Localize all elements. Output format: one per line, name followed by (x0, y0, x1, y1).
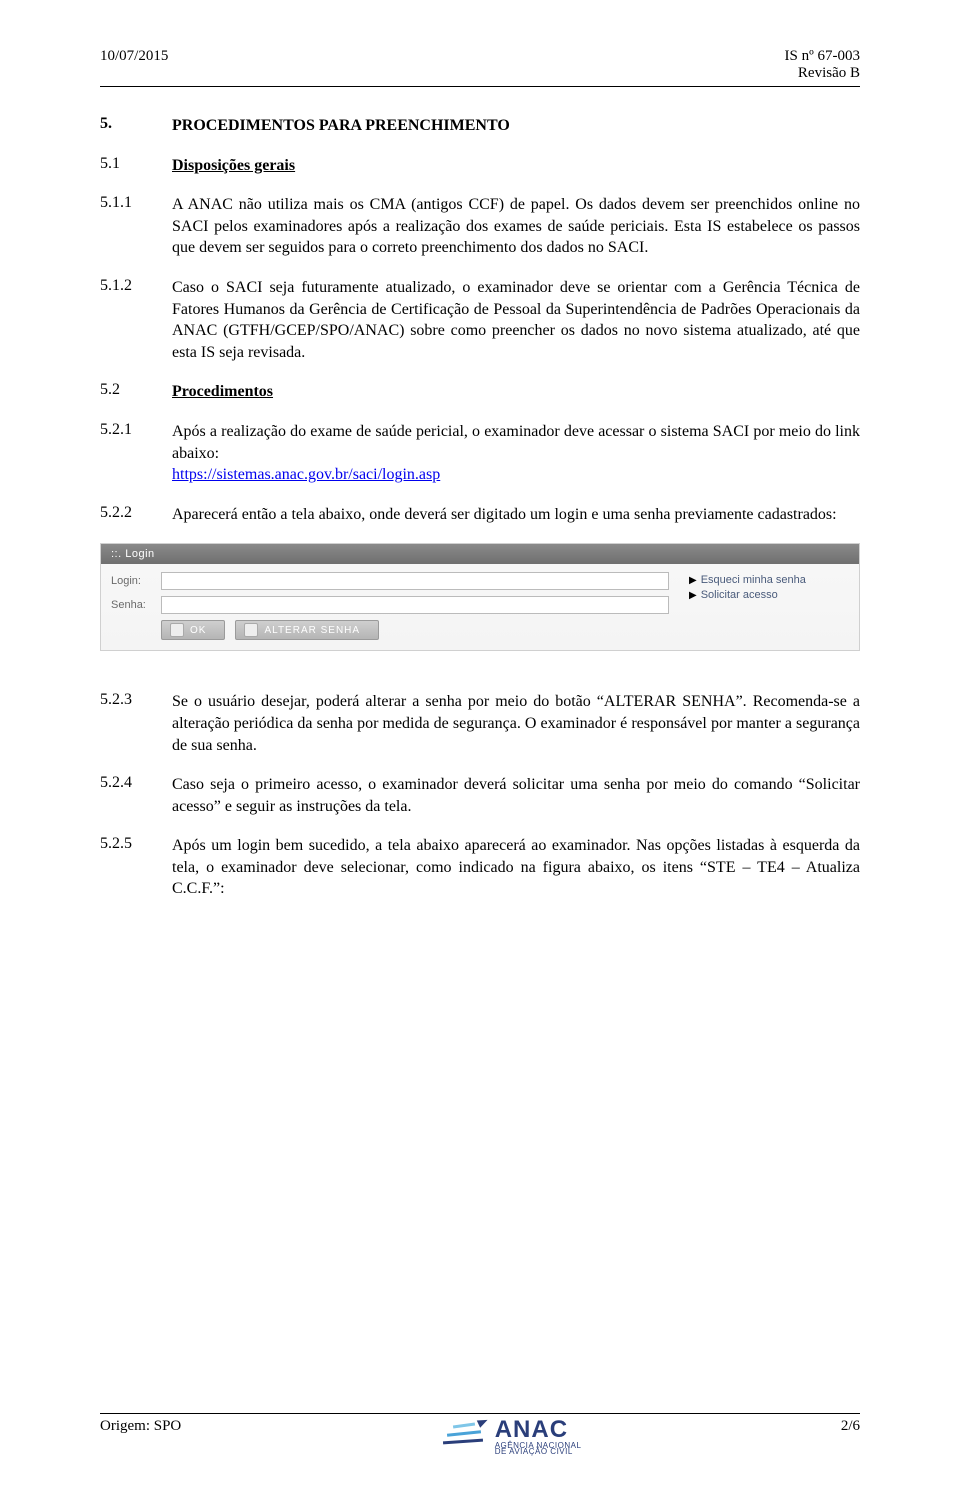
section-5-2: 5.2 Procedimentos (100, 381, 860, 403)
section-5-2-5: 5.2.5 Após um login bem sucedido, a tela… (100, 835, 860, 900)
section-number: 5.2 (100, 381, 172, 399)
forgot-password-link[interactable]: ▶ Esqueci minha senha (689, 574, 849, 586)
login-side-links: ▶ Esqueci minha senha ▶ Solicitar acesso (689, 572, 849, 640)
request-access-link[interactable]: ▶ Solicitar acesso (689, 589, 849, 601)
section-number: 5. (100, 115, 172, 133)
alterar-icon (244, 623, 258, 637)
footer-row: Origem: SPO ANAC AGÊNCIA NACIONAL DE AVI… (100, 1418, 860, 1456)
footer-origin: Origem: SPO (100, 1418, 181, 1435)
senha-input[interactable] (161, 596, 669, 614)
section-body: Após um login bem sucedido, a tela abaix… (172, 835, 860, 900)
body-text: Após a realização do exame de saúde peri… (172, 423, 860, 462)
login-buttons: OK Alterar Senha (161, 620, 669, 640)
section-number: 5.1.2 (100, 277, 172, 295)
arrow-icon: ▶ (689, 575, 697, 586)
section-number: 5.2.5 (100, 835, 172, 853)
login-fields: Login: Senha: OK Alterar Senha (111, 572, 669, 640)
alterar-button-label: Alterar Senha (264, 625, 360, 636)
section-5-2-2: 5.2.2 Aparecerá então a tela abaixo, ond… (100, 504, 860, 526)
section-5-1: 5.1 Disposições gerais (100, 155, 860, 177)
header-doc-id: IS nº 67-003 (785, 48, 860, 65)
subsection-title: Procedimentos (172, 381, 860, 403)
logo-name: ANAC (495, 1416, 582, 1444)
section-5-2-3: 5.2.3 Se o usuário desejar, poderá alter… (100, 691, 860, 756)
section-body: Caso seja o primeiro acesso, o examinado… (172, 774, 860, 817)
header-revision: Revisão B (785, 65, 860, 82)
forgot-password-label: Esqueci minha senha (701, 574, 806, 586)
logo-sub2: DE AVIAÇÃO CIVIL (495, 1448, 582, 1456)
subsection-title: Disposições gerais (172, 155, 860, 177)
header-divider (100, 86, 860, 87)
section-5: 5. PROCEDIMENTOS PARA PREENCHIMENTO (100, 115, 860, 137)
login-label: Login: (111, 575, 161, 587)
alterar-senha-button[interactable]: Alterar Senha (235, 620, 379, 640)
senha-label: Senha: (111, 599, 161, 611)
login-input[interactable] (161, 572, 669, 590)
section-number: 5.1.1 (100, 194, 172, 212)
senha-row: Senha: (111, 596, 669, 614)
section-body: Se o usuário desejar, poderá alterar a s… (172, 691, 860, 756)
login-panel: ::. Login Login: Senha: OK Alterar Senha (100, 543, 860, 651)
section-body: Aparecerá então a tela abaixo, onde deve… (172, 504, 860, 526)
section-5-2-1: 5.2.1 Após a realização do exame de saúd… (100, 421, 860, 486)
ok-button[interactable]: OK (161, 620, 225, 640)
section-title: PROCEDIMENTOS PARA PREENCHIMENTO (172, 115, 860, 137)
section-number: 5.2.3 (100, 691, 172, 709)
section-body: Após a realização do exame de saúde peri… (172, 421, 860, 486)
anac-logo-text: ANAC AGÊNCIA NACIONAL DE AVIAÇÃO CIVIL (495, 1416, 582, 1456)
anac-logo-icon (441, 1422, 485, 1450)
arrow-icon: ▶ (689, 590, 697, 601)
section-5-2-4: 5.2.4 Caso seja o primeiro acesso, o exa… (100, 774, 860, 817)
section-number: 5.1 (100, 155, 172, 173)
login-row: Login: (111, 572, 669, 590)
section-number: 5.2.2 (100, 504, 172, 522)
login-panel-body: Login: Senha: OK Alterar Senha ▶ (101, 564, 859, 650)
login-panel-title: ::. Login (101, 544, 859, 564)
saci-login-link[interactable]: https://sistemas.anac.gov.br/saci/login.… (172, 466, 440, 483)
section-number: 5.2.1 (100, 421, 172, 439)
footer-divider (100, 1413, 860, 1414)
request-access-label: Solicitar acesso (701, 589, 778, 601)
page-header: 10/07/2015 IS nº 67-003 Revisão B (100, 48, 860, 82)
ok-icon (170, 623, 184, 637)
section-5-1-1: 5.1.1 A ANAC não utiliza mais os CMA (an… (100, 194, 860, 259)
section-number: 5.2.4 (100, 774, 172, 792)
header-date: 10/07/2015 (100, 48, 168, 65)
section-body: Caso o SACI seja futuramente atualizado,… (172, 277, 860, 363)
header-right: IS nº 67-003 Revisão B (785, 48, 860, 82)
ok-button-label: OK (190, 625, 206, 636)
anac-logo: ANAC AGÊNCIA NACIONAL DE AVIAÇÃO CIVIL (441, 1416, 582, 1456)
section-5-1-2: 5.1.2 Caso o SACI seja futuramente atual… (100, 277, 860, 363)
page-footer: Origem: SPO ANAC AGÊNCIA NACIONAL DE AVI… (100, 1413, 860, 1456)
footer-page: 2/6 (841, 1418, 860, 1435)
section-body: A ANAC não utiliza mais os CMA (antigos … (172, 194, 860, 259)
